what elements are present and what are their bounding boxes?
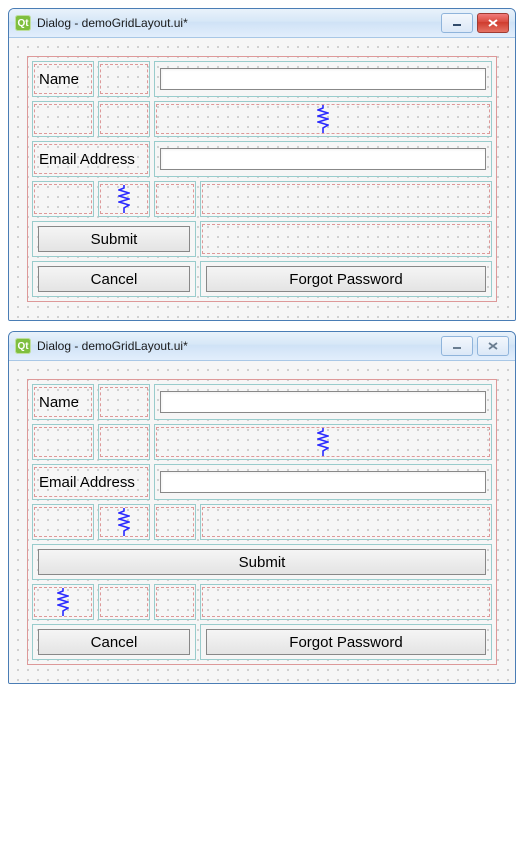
- vertical-spacer[interactable]: [34, 587, 92, 617]
- vertical-spacer[interactable]: [156, 104, 490, 134]
- form-canvas[interactable]: Name Email Address: [9, 38, 515, 320]
- submit-button[interactable]: Submit: [38, 226, 190, 252]
- email-label: Email Address: [39, 474, 135, 491]
- minimize-button[interactable]: [441, 336, 473, 356]
- cancel-button[interactable]: Cancel: [38, 266, 190, 292]
- qt-app-icon: Qt: [15, 338, 31, 354]
- cancel-button[interactable]: Cancel: [38, 629, 190, 655]
- window-title: Dialog - demoGridLayout.ui*: [37, 16, 441, 30]
- titlebar[interactable]: Qt Dialog - demoGridLayout.ui*: [9, 332, 515, 361]
- name-label: Name: [39, 394, 79, 411]
- email-label: Email Address: [39, 151, 135, 168]
- close-button[interactable]: [477, 13, 509, 33]
- vertical-spacer[interactable]: [100, 507, 148, 537]
- name-label: Name: [39, 71, 79, 88]
- titlebar[interactable]: Qt Dialog - demoGridLayout.ui*: [9, 9, 515, 38]
- name-input[interactable]: [160, 391, 486, 413]
- email-input[interactable]: [160, 471, 486, 493]
- designer-window-2: Qt Dialog - demoGridLayout.ui* Name: [8, 331, 516, 684]
- designer-window-1: Qt Dialog - demoGridLayout.ui* Name: [8, 8, 516, 321]
- grid-layout-outline[interactable]: Name Email Address: [27, 56, 497, 302]
- submit-button[interactable]: Submit: [38, 549, 486, 575]
- form-canvas[interactable]: Name Email Address: [9, 361, 515, 683]
- minimize-button[interactable]: [441, 13, 473, 33]
- qt-app-icon: Qt: [15, 15, 31, 31]
- forgot-password-button[interactable]: Forgot Password: [206, 629, 486, 655]
- window-title: Dialog - demoGridLayout.ui*: [37, 339, 441, 353]
- email-input[interactable]: [160, 148, 486, 170]
- forgot-password-button[interactable]: Forgot Password: [206, 266, 486, 292]
- vertical-spacer[interactable]: [100, 184, 148, 214]
- close-button-disabled[interactable]: [477, 336, 509, 356]
- vertical-spacer[interactable]: [156, 427, 490, 457]
- grid-layout-outline[interactable]: Name Email Address: [27, 379, 497, 665]
- name-input[interactable]: [160, 68, 486, 90]
